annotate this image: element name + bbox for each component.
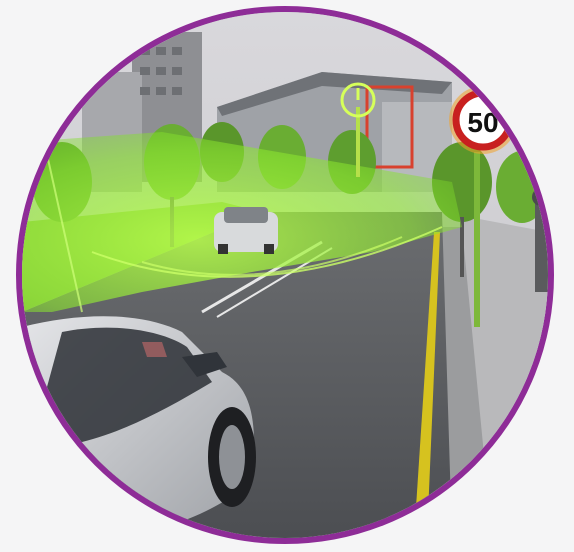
circular-photo-frame: 50 xyxy=(16,6,554,544)
car-ahead xyxy=(214,207,278,254)
scene-stage: 50 xyxy=(0,0,574,552)
building-windows xyxy=(140,47,182,95)
sign-pole xyxy=(474,152,480,327)
speed-limit-sign: 50 xyxy=(449,86,517,154)
street-scene: 50 xyxy=(22,12,548,538)
speed-limit-value: 50 xyxy=(467,107,498,138)
